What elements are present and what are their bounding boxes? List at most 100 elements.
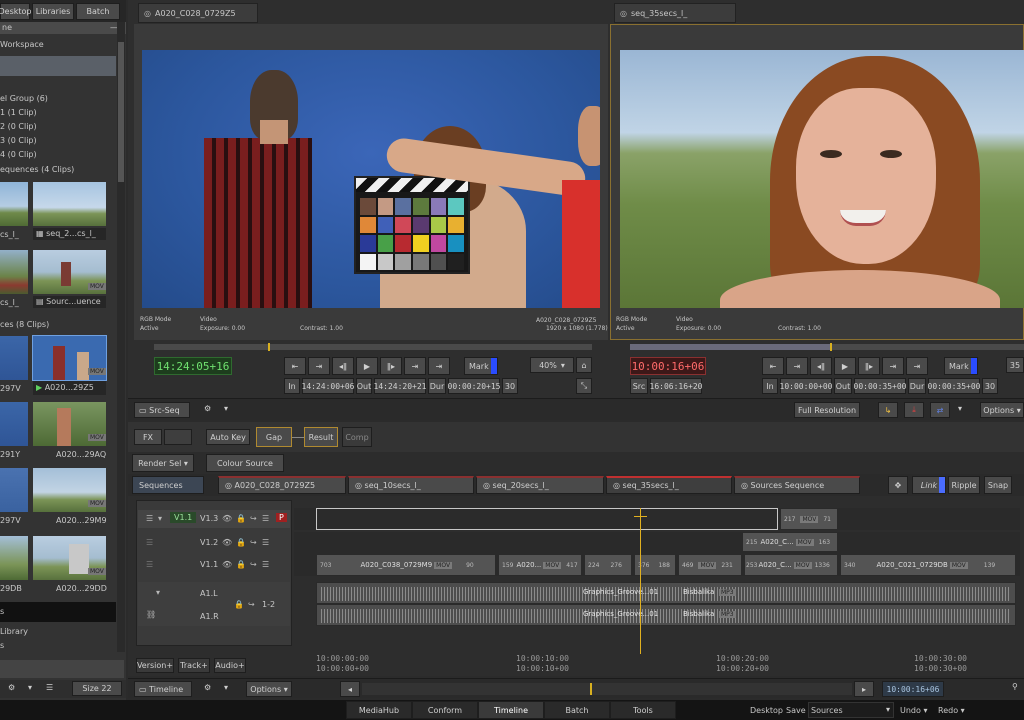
list-item[interactable]: 3 (0 Clip) bbox=[0, 136, 37, 145]
clip-mid[interactable]: 215 A020_C... MOV 163 bbox=[742, 532, 838, 552]
left-in-label[interactable]: In bbox=[284, 378, 300, 394]
go-start-icon[interactable]: ⇤ bbox=[284, 357, 306, 375]
fx-button[interactable]: FX bbox=[134, 429, 162, 445]
scroll-thumb[interactable] bbox=[118, 42, 124, 182]
src-seq-button[interactable]: ▭ Src-Seq bbox=[134, 402, 190, 418]
next-mark-icon[interactable]: ⇥ bbox=[404, 357, 426, 375]
save-button[interactable]: Save bbox=[786, 706, 806, 715]
step-back-icon[interactable]: ◂ǁ bbox=[810, 357, 832, 375]
timeline-options-button[interactable]: Options ▾ bbox=[246, 681, 292, 697]
step-back-icon[interactable]: ◂ǁ bbox=[332, 357, 354, 375]
track-menu-icon[interactable]: ☰ bbox=[262, 538, 269, 547]
go-start-icon[interactable]: ⇤ bbox=[762, 357, 784, 375]
link-icon[interactable]: ↪ bbox=[250, 538, 257, 547]
right-in-tc[interactable]: 10:00:00+00 bbox=[780, 378, 833, 394]
audio-lane-l[interactable]: Graphics_Groove...01 Bisbalika MP3 bbox=[316, 582, 1016, 604]
chevron-down-icon[interactable]: ▾ bbox=[158, 514, 162, 523]
track-menu-icon[interactable]: ☰ bbox=[262, 514, 269, 523]
lock-icon[interactable]: 🔒 bbox=[234, 600, 244, 609]
track-header-v13[interactable]: ☰ ▾ V1.1 V1.3 👁 🔒 ↪ ☰ P bbox=[138, 510, 290, 528]
track-header-a1[interactable]: ▾ A1.L ⛓ A1.R 🔒 ↪ 1-2 bbox=[138, 582, 290, 626]
clip-top[interactable]: 217 MOV 71 bbox=[780, 508, 838, 530]
desktop-button[interactable]: Desktop bbox=[750, 706, 783, 715]
timeline-scrollbar[interactable] bbox=[362, 683, 852, 695]
go-end-icon[interactable]: ⇥ bbox=[906, 357, 928, 375]
replace-icon[interactable]: ⇄ bbox=[930, 402, 950, 418]
footer-tab-batch[interactable]: Batch bbox=[544, 701, 610, 719]
right-in-label[interactable]: In bbox=[762, 378, 778, 394]
right-dur-label[interactable]: Dur bbox=[908, 378, 926, 394]
left-scrollbar[interactable] bbox=[117, 22, 125, 652]
right-fps[interactable]: 30 bbox=[982, 378, 998, 394]
footer-tab-tools[interactable]: Tools bbox=[610, 701, 676, 719]
workspace-label[interactable]: Workspace bbox=[0, 40, 44, 49]
viewer-right-image[interactable] bbox=[620, 50, 1024, 308]
right-scrub-bar[interactable] bbox=[630, 343, 1024, 351]
clip-v11-5[interactable]: 469 MOV 231 bbox=[678, 554, 742, 576]
gear-icon[interactable]: ⚙ bbox=[204, 683, 211, 692]
viewer-left-image[interactable] bbox=[142, 50, 600, 308]
chevron-down-icon[interactable]: ▾ bbox=[28, 683, 32, 692]
full-resolution-button[interactable]: Full Resolution bbox=[794, 402, 860, 418]
tab-desktop[interactable]: Desktop bbox=[0, 3, 32, 20]
eye-icon[interactable]: 👁 bbox=[222, 514, 232, 523]
seq-thumb-2[interactable] bbox=[33, 182, 106, 226]
track-add-button[interactable]: Track+ bbox=[178, 658, 210, 673]
options-button[interactable]: Options ▾ bbox=[980, 402, 1024, 418]
menu-icon[interactable]: ☰ bbox=[46, 683, 53, 692]
go-end-icon[interactable]: ⇥ bbox=[428, 357, 450, 375]
play-icon[interactable]: ▶ bbox=[834, 357, 856, 375]
expand-icon[interactable]: ⤡ bbox=[576, 378, 592, 394]
track-menu-icon[interactable]: ☰ bbox=[146, 560, 153, 569]
gear-icon[interactable]: ⚙ bbox=[204, 404, 211, 413]
tab-seq-5[interactable]: ◎ Sources Sequence bbox=[734, 476, 860, 494]
render-sel-button[interactable]: Render Sel ▾ bbox=[132, 454, 194, 472]
eye-icon[interactable]: 👁 bbox=[222, 560, 232, 569]
redo-button[interactable]: Redo ▾ bbox=[938, 706, 965, 715]
lock-icon[interactable]: 🔒 bbox=[236, 514, 246, 523]
link-icon[interactable]: ↪ bbox=[248, 600, 255, 609]
track-menu-icon[interactable]: ☰ bbox=[146, 538, 153, 547]
track-menu-icon[interactable]: ☰ bbox=[262, 560, 269, 569]
gear-icon[interactable]: ⚙ bbox=[8, 683, 15, 692]
seq-thumb-3[interactable] bbox=[0, 250, 28, 294]
right-out-tc[interactable]: 00:00:35+00 bbox=[854, 378, 907, 394]
viewer-right-tab[interactable]: ◎ seq_35secs_l_ bbox=[614, 3, 736, 23]
tab-seq-4[interactable]: ◎ seq_35secs_l_ bbox=[606, 476, 732, 494]
track-header-v11[interactable]: ☰ V1.1 👁 🔒 ↪ ☰ bbox=[138, 556, 290, 574]
scroll-left-icon[interactable]: ◂ bbox=[340, 681, 360, 697]
track-header-v12[interactable]: ☰ V1.2 👁 🔒 ↪ ☰ bbox=[138, 534, 290, 552]
list-item[interactable]: equences (4 Clips) bbox=[0, 165, 74, 174]
lock-icon[interactable]: 🔒 bbox=[236, 560, 246, 569]
left-dur-label[interactable]: Dur bbox=[428, 378, 446, 394]
right-mark-button[interactable]: Mark bbox=[944, 357, 978, 375]
prev-mark-icon[interactable]: ⇥ bbox=[308, 357, 330, 375]
chevron-down-icon[interactable]: ▾ bbox=[156, 588, 160, 597]
chevron-down-icon[interactable]: ▾ bbox=[224, 683, 228, 692]
sources-select[interactable]: Sources ▾ bbox=[808, 702, 894, 718]
source-thumb-5[interactable] bbox=[0, 468, 28, 512]
tab-seq-1[interactable]: ◎ A020_C028_0729Z5 bbox=[218, 476, 346, 494]
footer-tab-conform[interactable]: Conform bbox=[412, 701, 478, 719]
tab-libraries[interactable]: Libraries bbox=[32, 3, 74, 20]
audio-lane-r[interactable]: Graphics_Groove...01 Bisbalika MP3 bbox=[316, 604, 1016, 626]
library-item[interactable]: s bbox=[0, 641, 4, 650]
clip-v11-2[interactable]: 159 A020... MOV 417 bbox=[498, 554, 582, 576]
source-thumb-7[interactable] bbox=[0, 536, 28, 580]
home-icon[interactable]: ⌂ bbox=[576, 357, 592, 373]
ripple-toggle[interactable]: Ripple bbox=[948, 476, 980, 494]
playhead-handle[interactable] bbox=[634, 516, 647, 524]
play-icon[interactable]: ▶ bbox=[356, 357, 378, 375]
tab-batch[interactable]: Batch bbox=[76, 3, 120, 20]
step-forward-icon[interactable]: ǁ▸ bbox=[858, 357, 880, 375]
audio-add-button[interactable]: Audio+ bbox=[214, 658, 246, 673]
tab-seq-2[interactable]: ◎ seq_10secs_l_ bbox=[348, 476, 474, 494]
clip-v11-1[interactable]: 703 A020_C038_0729M9 MOV 90 bbox=[316, 554, 496, 576]
search-icon[interactable]: ⚲ bbox=[1012, 682, 1018, 691]
library-item[interactable]: s bbox=[0, 607, 4, 616]
sources-header[interactable]: ces (8 Clips) bbox=[0, 320, 49, 329]
undo-button[interactable]: Undo ▾ bbox=[900, 706, 927, 715]
overwrite-icon[interactable]: ↳ bbox=[878, 402, 898, 418]
step-forward-icon[interactable]: ǁ▸ bbox=[380, 357, 402, 375]
prev-mark-icon[interactable]: ⇥ bbox=[786, 357, 808, 375]
